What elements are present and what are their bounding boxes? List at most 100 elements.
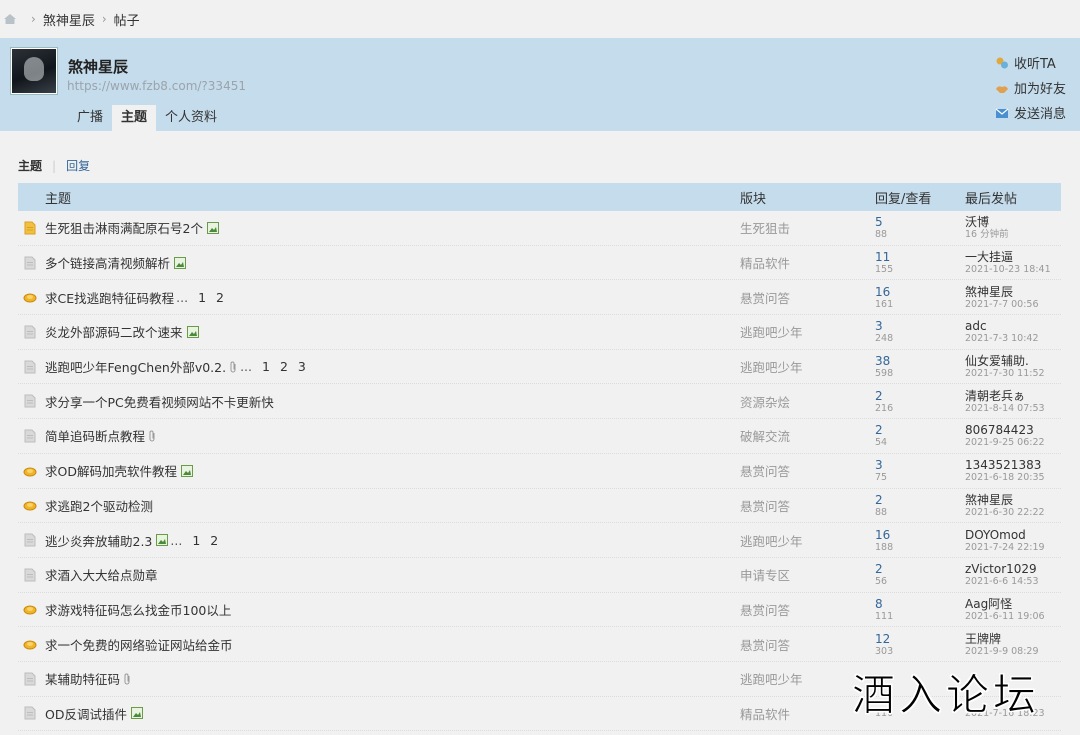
last-post-time[interactable]: 16 分钟前 [965, 229, 1061, 240]
last-post-time[interactable]: 2021-9-25 06:22 [965, 437, 1061, 448]
thread-title-link[interactable]: 某辅助特征码 [45, 669, 120, 688]
thread-title-link[interactable]: 求酒入大大给点勋章 [45, 565, 158, 584]
reply-count[interactable]: 16 [875, 528, 965, 542]
follow-button[interactable]: 收听TA [995, 50, 1066, 75]
reply-count[interactable]: 8 [875, 597, 965, 611]
page-link[interactable]: 1 [198, 290, 206, 305]
last-post-author[interactable]: 王牌牌 [965, 632, 1061, 646]
last-post-time[interactable]: 2021-7-24 22:19 [965, 542, 1061, 553]
page-link[interactable]: 1 [192, 533, 200, 548]
forum-link[interactable]: 申请专区 [740, 565, 875, 584]
reply-count[interactable]: 2 [875, 389, 965, 403]
last-post-author[interactable]: 仙女爱辅助. [965, 354, 1061, 368]
forum-link[interactable]: 悬赏问答 [740, 496, 875, 515]
tab-profile[interactable]: 个人资料 [156, 105, 226, 131]
forum-link[interactable]: 精品软件 [740, 253, 875, 272]
profile-username[interactable]: 煞神星辰 [68, 56, 128, 77]
forum-link[interactable]: 逃跑吧少年 [740, 357, 875, 376]
thread-icon[interactable] [23, 256, 37, 270]
forum-link[interactable]: 生死狙击 [740, 218, 875, 237]
last-post-author[interactable]: Aag阿怪 [965, 597, 1061, 611]
home-icon[interactable] [2, 11, 18, 27]
forum-link[interactable]: 悬赏问答 [740, 635, 875, 654]
forum-link[interactable]: 悬赏问答 [740, 600, 875, 619]
reward-icon[interactable] [23, 637, 37, 651]
reply-count[interactable]: 2 [875, 493, 965, 507]
thread-title-link[interactable]: OD反调试插件 [45, 704, 127, 723]
forum-link[interactable]: 逃跑吧少年 [740, 322, 875, 341]
page-link[interactable]: 1 [262, 359, 270, 374]
subtab-replies[interactable]: 回复 [66, 157, 90, 174]
thread-title-link[interactable]: 求OD解码加壳软件教程 [45, 461, 177, 480]
reply-count[interactable]: 38 [875, 354, 965, 368]
thread-icon[interactable] [23, 672, 37, 686]
last-post-author[interactable]: 清朝老兵ぁ [965, 389, 1061, 403]
send-message-button[interactable]: 发送消息 [995, 100, 1066, 125]
last-post-author[interactable]: 煞神星辰 [965, 493, 1061, 507]
reply-count[interactable]: 16 [875, 285, 965, 299]
thread-icon[interactable] [23, 568, 37, 582]
thread-title-link[interactable]: 求分享一个PC免费看视频网站不卡更新快 [45, 392, 274, 411]
forum-link[interactable]: 悬赏问答 [740, 288, 875, 307]
last-post-time[interactable]: 2021-7-3 10:42 [965, 333, 1061, 344]
reward-icon[interactable] [23, 290, 37, 304]
last-post-author[interactable]: zVictor1029 [965, 562, 1061, 576]
thread-title-link[interactable]: 简单追码断点教程 [45, 426, 145, 445]
last-post-time[interactable]: 2021-10-23 18:41 [965, 264, 1061, 275]
breadcrumb-user-link[interactable]: 煞神星辰 [43, 10, 95, 29]
reward-icon[interactable] [23, 602, 37, 616]
reply-count[interactable]: 12 [875, 632, 965, 646]
thread-icon[interactable] [23, 706, 37, 720]
last-post-time[interactable]: 2021-6-18 20:35 [965, 472, 1061, 483]
last-post-author[interactable]: 806784423 [965, 423, 1061, 437]
thread-title-link[interactable]: 求游戏特征码怎么找金币100以上 [45, 600, 231, 619]
thread-title-link[interactable]: 逃跑吧少年FengChen外部v0.2. [45, 357, 226, 376]
last-post-time[interactable]: 2021-6-11 19:06 [965, 611, 1061, 622]
last-post-author[interactable]: 煞神星辰 [965, 285, 1061, 299]
reward-icon[interactable] [23, 464, 37, 478]
forum-link[interactable]: 资源杂烩 [740, 392, 875, 411]
profile-url[interactable]: https://www.fzb8.com/?33451 [67, 79, 246, 93]
last-post-author[interactable]: 1343521383 [965, 458, 1061, 472]
last-post-time[interactable]: 2021-7-7 00:56 [965, 299, 1061, 310]
add-friend-button[interactable]: 加为好友 [995, 75, 1066, 100]
page-link[interactable]: 2 [280, 359, 288, 374]
reward-icon[interactable] [23, 498, 37, 512]
reply-count[interactable]: 5 [875, 215, 965, 229]
tab-broadcast[interactable]: 广播 [68, 105, 112, 131]
thread-title-link[interactable]: 求逃跑2个驱动检测 [45, 496, 153, 515]
subtab-topics[interactable]: 主题 [18, 157, 42, 174]
thread-title-link[interactable]: 多个链接高清视频解析 [45, 253, 170, 272]
forum-link[interactable]: 逃跑吧少年 [740, 531, 875, 550]
tab-topics[interactable]: 主题 [112, 105, 157, 131]
last-post-author[interactable]: adc [965, 319, 1061, 333]
reply-count[interactable]: 11 [875, 250, 965, 264]
reply-count[interactable]: 2 [875, 423, 965, 437]
forum-link[interactable]: 破解交流 [740, 426, 875, 445]
last-post-time[interactable]: 2021-6-6 14:53 [965, 576, 1061, 587]
reply-count[interactable]: 3 [875, 458, 965, 472]
reply-count[interactable]: 3 [875, 319, 965, 333]
last-post-time[interactable]: 2021-7-16 18:23 [965, 708, 1061, 719]
thread-title-link[interactable]: 炎龙外部源码二改个速来 [45, 322, 183, 341]
avatar[interactable] [11, 48, 57, 94]
forum-link[interactable]: 悬赏问答 [740, 461, 875, 480]
last-post-author[interactable]: 沃博 [965, 215, 1061, 229]
last-post-time[interactable]: 2021-9-9 08:29 [965, 646, 1061, 657]
thread-icon[interactable] [23, 360, 37, 374]
last-post-author[interactable]: 一大挂逼 [965, 250, 1061, 264]
hot-thread-icon[interactable] [23, 221, 37, 235]
thread-title-link[interactable]: 求CE找逃跑特征码教程 [45, 288, 174, 307]
thread-icon[interactable] [23, 394, 37, 408]
page-link[interactable]: 2 [216, 290, 224, 305]
last-post-time[interactable]: 2021-6-30 22:22 [965, 507, 1061, 518]
page-link[interactable]: 2 [210, 533, 218, 548]
last-post-author[interactable]: DOYOmod [965, 528, 1061, 542]
page-link[interactable]: 3 [298, 359, 306, 374]
reply-count[interactable]: 2 [875, 562, 965, 576]
thread-title-link[interactable]: 求一个免费的网络验证网站给金币 [45, 635, 233, 654]
thread-icon[interactable] [23, 325, 37, 339]
thread-title-link[interactable]: 生死狙击淋雨满配原石号2个 [45, 218, 203, 237]
thread-icon[interactable] [23, 533, 37, 547]
thread-title-link[interactable]: 逃少炎奔放辅助2.3 [45, 531, 152, 550]
